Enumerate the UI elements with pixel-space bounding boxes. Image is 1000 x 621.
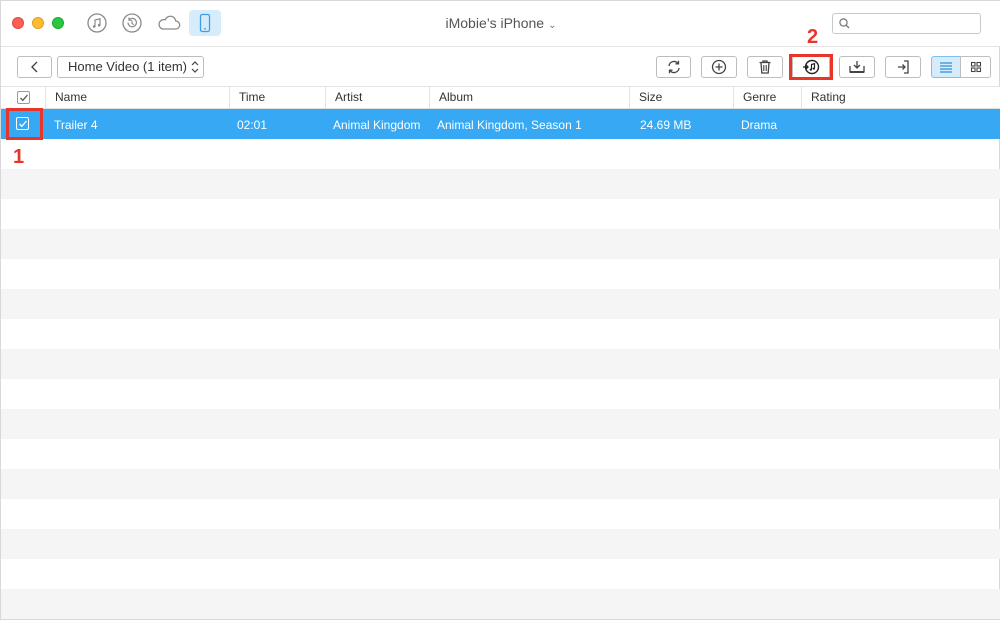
empty-row bbox=[1, 499, 1000, 529]
updown-icon bbox=[191, 61, 199, 73]
table-row[interactable]: Trailer 4 02:01 Animal Kingdom Animal Ki… bbox=[1, 109, 1000, 139]
empty-row bbox=[1, 589, 1000, 619]
empty-row bbox=[1, 529, 1000, 559]
empty-row bbox=[1, 319, 1000, 349]
column-header-rating[interactable]: Rating bbox=[801, 87, 1000, 109]
column-header-artist[interactable]: Artist bbox=[325, 87, 429, 109]
add-icon bbox=[711, 59, 727, 75]
cell-artist: Animal Kingdom bbox=[333, 118, 421, 132]
empty-row bbox=[1, 169, 1000, 199]
export-icon bbox=[898, 60, 909, 74]
empty-row bbox=[1, 409, 1000, 439]
refresh-icon bbox=[667, 60, 680, 74]
callout-1-highlight bbox=[6, 108, 43, 140]
empty-row bbox=[1, 439, 1000, 469]
refresh-button[interactable] bbox=[656, 56, 691, 78]
table-body: Trailer 4 02:01 Animal Kingdom Animal Ki… bbox=[1, 109, 1000, 621]
cell-time: 02:01 bbox=[237, 118, 268, 132]
column-header-size[interactable]: Size bbox=[629, 87, 733, 109]
chevron-down-icon: ⌄ bbox=[548, 20, 557, 31]
select-all-checkbox[interactable] bbox=[17, 91, 30, 104]
add-button[interactable] bbox=[701, 56, 737, 78]
trash-icon bbox=[759, 60, 771, 74]
search-icon bbox=[839, 18, 850, 29]
category-select[interactable]: Home Video (1 item) bbox=[57, 56, 204, 78]
app-window: iMobie’s iPhone ⌄ Home Video (1 item) Na… bbox=[0, 0, 1000, 620]
to-device-icon bbox=[849, 61, 865, 73]
chevron-left-icon bbox=[30, 61, 37, 73]
list-view-button[interactable] bbox=[931, 56, 961, 78]
empty-row bbox=[1, 349, 1000, 379]
device-name: iMobie’s iPhone bbox=[445, 15, 545, 31]
table-header: Name Time Artist Album Size Genre Rating bbox=[1, 87, 1000, 109]
column-header-genre[interactable]: Genre bbox=[733, 87, 801, 109]
empty-row bbox=[1, 469, 1000, 499]
delete-button[interactable] bbox=[747, 56, 783, 78]
list-view-icon bbox=[940, 62, 952, 73]
column-header-album[interactable]: Album bbox=[429, 87, 629, 109]
search-input[interactable] bbox=[855, 16, 975, 31]
column-header-time[interactable]: Time bbox=[229, 87, 325, 109]
callout-1-label: 1 bbox=[13, 146, 25, 168]
back-button[interactable] bbox=[17, 56, 52, 78]
to-device-button[interactable] bbox=[839, 56, 875, 78]
cell-size: 24.69 MB bbox=[640, 118, 692, 132]
title-bar: iMobie’s iPhone ⌄ bbox=[1, 1, 1000, 47]
category-label: Home Video (1 item) bbox=[68, 59, 187, 74]
callout-2-highlight bbox=[789, 54, 833, 80]
empty-row bbox=[1, 199, 1000, 229]
empty-row bbox=[1, 289, 1000, 319]
cell-genre: Drama bbox=[741, 118, 778, 132]
empty-row bbox=[1, 379, 1000, 409]
checkmark-icon bbox=[20, 94, 28, 102]
callout-2-label: 2 bbox=[807, 26, 819, 48]
to-computer-button[interactable] bbox=[885, 56, 921, 78]
empty-row bbox=[1, 229, 1000, 259]
empty-row bbox=[1, 559, 1000, 589]
toolbar: Home Video (1 item) bbox=[1, 47, 1000, 87]
empty-row bbox=[1, 139, 1000, 169]
cell-name: Trailer 4 bbox=[54, 118, 98, 132]
empty-row bbox=[1, 259, 1000, 289]
cell-album: Animal Kingdom, Season 1 bbox=[437, 118, 582, 132]
column-header-name[interactable]: Name bbox=[45, 87, 229, 109]
grid-view-icon bbox=[970, 61, 981, 73]
grid-view-button[interactable] bbox=[960, 56, 991, 78]
search-field[interactable] bbox=[832, 13, 981, 34]
